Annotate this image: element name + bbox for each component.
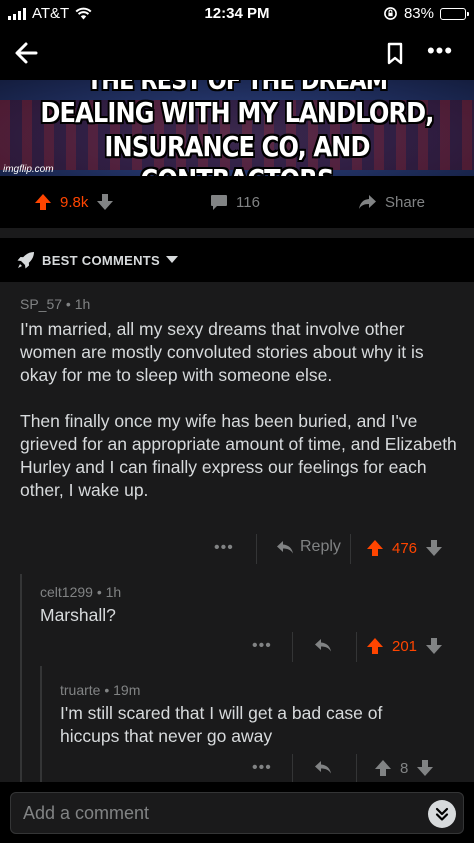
comment-actions: ••• (214, 528, 234, 568)
action-separator (356, 754, 357, 782)
comments-button[interactable]: 116 (210, 176, 260, 228)
comment-score: 476 (392, 539, 418, 557)
action-separator (292, 754, 293, 782)
comment-vote-group: 8 (374, 759, 434, 777)
status-bar: AT&T 12:34 PM 83% (0, 0, 474, 28)
comment-paragraph: Marshall? (40, 605, 116, 625)
more-options-button[interactable]: ••• (420, 38, 460, 68)
downvote-arrow-icon[interactable] (416, 759, 434, 777)
double-chevron-down-icon (435, 807, 449, 821)
section-divider (0, 228, 474, 238)
comment-body: I'm still scared that I will get a bad c… (60, 702, 440, 748)
comment-actions: ••• (252, 626, 272, 666)
rocket-icon (17, 252, 34, 269)
comment-vote-group: 476 (366, 539, 443, 557)
post-action-bar: 9.8k 116 Share (0, 176, 474, 228)
comment-body: I'm married, all my sexy dreams that inv… (20, 318, 460, 502)
comment-author-meta[interactable]: celt1299 • 1h (40, 584, 121, 600)
comment-body: Marshall? (40, 604, 460, 627)
comment-more-button[interactable]: ••• (252, 759, 272, 777)
action-separator (292, 632, 293, 662)
reply-button[interactable]: Reply (276, 538, 341, 556)
comment-bubble-icon (211, 194, 227, 210)
thread-line[interactable] (20, 574, 22, 782)
share-label: Share (385, 193, 426, 211)
jump-to-next-comment-button[interactable] (428, 800, 456, 828)
downvote-arrow-icon[interactable] (425, 539, 443, 557)
caret-down-icon (166, 256, 179, 263)
comment-score: 201 (392, 637, 418, 655)
rotation-lock-icon (384, 7, 397, 20)
image-watermark: imgflip.com (3, 164, 54, 175)
reply-arrow-icon (277, 540, 293, 553)
upvote-arrow-icon[interactable] (34, 193, 52, 211)
comment-more-button[interactable]: ••• (252, 637, 272, 655)
comment-paragraph: Then finally once my wife has been burie… (20, 411, 457, 500)
battery-icon (440, 7, 469, 20)
sort-label: BEST COMMENTS (42, 252, 161, 268)
comment-more-button[interactable]: ••• (214, 539, 234, 557)
upvote-arrow-icon[interactable] (366, 637, 384, 655)
post-score: 9.8k (60, 193, 89, 211)
comment-count: 116 (236, 193, 260, 211)
save-button[interactable] (380, 38, 410, 68)
add-comment-input[interactable] (10, 792, 464, 834)
reply-arrow-icon (315, 761, 331, 774)
comment-composer-bar (0, 782, 474, 843)
upvote-arrow-icon[interactable] (366, 539, 384, 557)
reply-button[interactable] (314, 638, 332, 653)
comment-score: 8 (400, 759, 409, 777)
share-button[interactable]: Share (358, 176, 425, 228)
comment-paragraph: I'm still scared that I will get a bad c… (60, 703, 383, 746)
nav-bar: ••• (0, 28, 474, 80)
post-vote-group: 9.8k (34, 176, 114, 228)
downvote-arrow-icon[interactable] (96, 193, 114, 211)
action-separator (256, 534, 257, 564)
comment-vote-group: 201 (366, 637, 443, 655)
arrow-left-icon (15, 42, 38, 64)
upvote-arrow-icon[interactable] (374, 759, 392, 777)
post-image[interactable]: THE REST OF THE DREAM DEALING WITH MY LA… (0, 80, 474, 176)
bookmark-icon (387, 42, 403, 65)
comment-author-meta[interactable]: truarte • 19m (60, 682, 140, 698)
back-button[interactable] (10, 36, 44, 70)
image-caption-line-1: THE REST OF THE DREAM (86, 80, 388, 96)
reply-button[interactable] (314, 760, 332, 775)
image-caption-line-3: INSURANCE CO, AND CONTRACTORS (104, 130, 370, 176)
downvote-arrow-icon[interactable] (425, 637, 443, 655)
status-right: 83% (383, 5, 469, 22)
thread-line[interactable] (40, 666, 42, 782)
image-caption-line-2: DEALING WITH MY LANDLORD, (40, 96, 434, 129)
share-arrow-icon (359, 195, 376, 209)
action-separator (356, 632, 357, 662)
action-separator (350, 534, 351, 564)
comment-author-meta[interactable]: SP_57 • 1h (20, 296, 90, 312)
comment-sort-button[interactable]: BEST COMMENTS (0, 238, 474, 282)
reply-label: Reply (300, 538, 341, 555)
battery-percent: 83% (403, 5, 434, 22)
reply-arrow-icon (315, 639, 331, 652)
comment-list: SP_57 • 1h I'm married, all my sexy drea… (0, 282, 474, 782)
comment-paragraph: I'm married, all my sexy dreams that inv… (20, 319, 424, 385)
